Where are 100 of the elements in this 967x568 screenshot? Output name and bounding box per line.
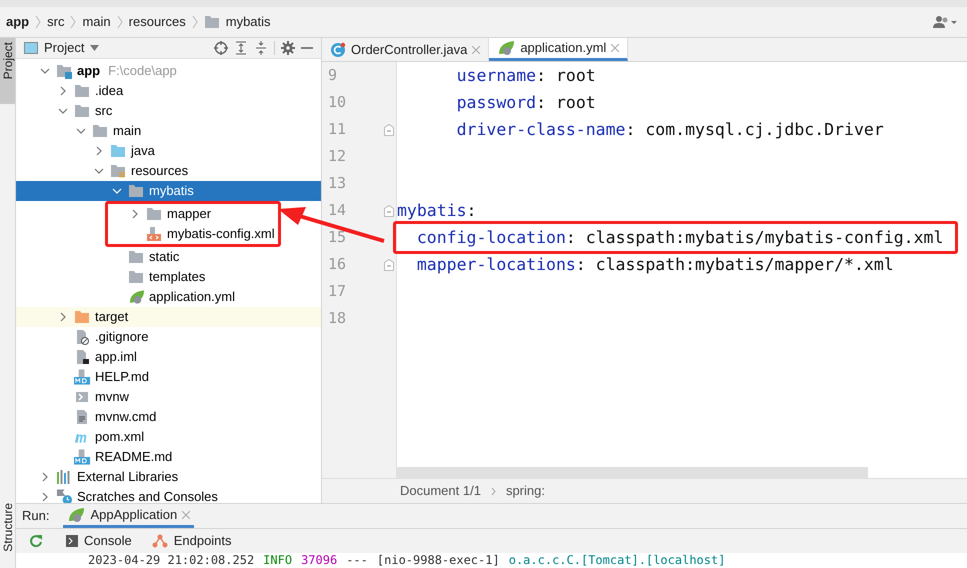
tree-item[interactable]: .gitignore — [16, 326, 321, 346]
user-dropdown-icon[interactable] — [933, 15, 959, 29]
folder-icon — [204, 15, 220, 29]
chevron-right-icon[interactable] — [58, 312, 68, 322]
tree-item[interactable]: mybatis-config.xml — [108, 224, 278, 244]
breadcrumb-item[interactable]: resources — [128, 12, 186, 32]
tree-item[interactable]: static — [16, 246, 321, 266]
console-text: 2023-04-29 21:02:08.252 — [88, 554, 254, 567]
tree-item[interactable]: resources — [16, 160, 321, 180]
breadcrumb-item[interactable]: app — [6, 12, 30, 32]
run-label: Run: — [22, 507, 50, 526]
line-number: 14 — [328, 200, 346, 222]
folder-icon — [74, 84, 90, 98]
tree-item[interactable]: External Libraries — [16, 466, 321, 486]
tree-item[interactable]: target — [16, 306, 321, 326]
chevron-right-icon[interactable] — [58, 86, 68, 96]
console-tab[interactable]: Endpoints — [142, 529, 242, 553]
dropdown-icon[interactable] — [90, 44, 100, 51]
console-text: [nio-9988-exec-1] — [376, 554, 500, 567]
markdown-file-icon — [74, 448, 91, 464]
spring-leaf-icon — [128, 288, 145, 304]
tree-item[interactable]: main — [16, 120, 321, 140]
tree-item[interactable]: .idea — [16, 80, 321, 100]
folder-icon — [128, 270, 144, 284]
tree-item-label: mybatis-config.xml — [167, 224, 275, 243]
tree-item[interactable]: HELP.md — [16, 366, 321, 386]
code-line: driver-class-name: com.mysql.cj.jdbc.Driver — [456, 120, 884, 140]
chevron-right-icon[interactable] — [94, 146, 104, 156]
tree-item-label: Scratches and Consoles — [77, 488, 218, 503]
spring-leaf-icon — [67, 506, 86, 522]
tree-item-label: java — [131, 142, 155, 160]
tree-item-label: templates — [149, 268, 206, 286]
class-icon — [330, 42, 346, 58]
tree-item[interactable]: mvnw — [16, 386, 321, 406]
code-line: username: root — [456, 66, 596, 86]
tree-item-label: .gitignore — [95, 328, 148, 346]
expand-all-icon[interactable] — [234, 40, 248, 55]
folder-icon — [128, 250, 144, 264]
folder-icon — [110, 164, 126, 178]
tree-item-label: resources — [131, 162, 188, 180]
text-file-icon — [74, 408, 90, 424]
breadcrumb-item[interactable]: Document 1/1 — [400, 481, 481, 501]
tree-item[interactable]: templates — [16, 266, 321, 286]
tree-item[interactable]: pom.xml — [16, 426, 321, 446]
editor-tab[interactable]: application.yml — [489, 38, 628, 61]
xml-file-icon — [146, 226, 162, 242]
collapse-all-icon[interactable] — [254, 40, 268, 55]
run-tab[interactable]: AppApplication — [63, 504, 194, 528]
structure-tool-tab[interactable]: Structure — [0, 503, 15, 568]
console-icon — [66, 535, 78, 547]
breadcrumb-separator-icon — [70, 15, 76, 29]
module-folder-icon — [56, 62, 72, 78]
tree-item[interactable]: Scratches and Consoles — [16, 486, 321, 503]
tree-item[interactable]: src — [16, 100, 321, 120]
tree-item-label: application.yml — [149, 288, 235, 306]
markdown-file-icon — [74, 368, 91, 384]
code-line: password: root — [456, 92, 596, 112]
console-text: o.a.c.c.C.[Tomcat].[localhost] — [508, 554, 726, 567]
tree-item-label: pom.xml — [95, 428, 144, 446]
spring-leaf-icon — [497, 40, 516, 56]
console-tab[interactable]: Console — [56, 529, 142, 553]
minimize-icon[interactable] — [301, 46, 313, 50]
tree-item[interactable]: application.yml — [16, 286, 321, 306]
endpoints-icon — [152, 534, 168, 548]
tree-item[interactable]: app.iml — [16, 346, 321, 366]
tree-item-label: mapper — [167, 204, 212, 223]
tree-item[interactable]: java — [16, 140, 321, 160]
breadcrumb-separator-icon — [192, 15, 198, 29]
folder-icon — [110, 144, 126, 158]
close-icon[interactable] — [611, 44, 620, 52]
horizontal-scrollbar[interactable] — [397, 467, 868, 478]
project-tool-tab[interactable]: Project — [0, 38, 15, 104]
line-number: 17 — [328, 281, 346, 302]
settings-icon[interactable] — [281, 40, 295, 55]
code-line: config-location: classpath:mybatis/mybatis-config.xml — [416, 228, 944, 248]
chevron-down-icon[interactable] — [40, 66, 50, 76]
locate-icon[interactable] — [214, 40, 228, 55]
tree-item[interactable]: mvnw.cmd — [16, 406, 321, 426]
code-line: mybatis: — [397, 200, 476, 220]
breadcrumb-separator-icon — [116, 15, 123, 29]
breadcrumb-item[interactable]: spring: — [506, 481, 545, 501]
rerun-icon[interactable] — [29, 534, 43, 548]
tree-item[interactable]: mybatis — [16, 180, 321, 200]
ignored-file-icon — [74, 328, 90, 344]
breadcrumb-item[interactable]: src — [47, 12, 64, 32]
fold-marker-icon[interactable] — [384, 124, 394, 136]
console-text: 37096 — [301, 554, 338, 567]
tree-item[interactable]: app F:\code\app — [16, 60, 321, 80]
panel-title[interactable]: Project — [44, 38, 84, 58]
fold-marker-icon[interactable] — [384, 258, 394, 270]
tree-item[interactable]: mapper — [108, 204, 278, 224]
tree-item[interactable]: README.md — [16, 446, 321, 466]
editor-tab[interactable]: OrderController.java — [322, 38, 490, 61]
breadcrumb-item[interactable]: main — [82, 12, 111, 32]
tree-item-label: README.md — [95, 448, 172, 466]
fold-marker-icon[interactable] — [384, 204, 394, 216]
tree-item-label: target — [95, 308, 128, 326]
breadcrumb-item[interactable]: mybatis — [226, 12, 271, 32]
chevron-right-icon[interactable] — [130, 208, 140, 218]
tree-item-label: mybatis — [149, 182, 194, 200]
